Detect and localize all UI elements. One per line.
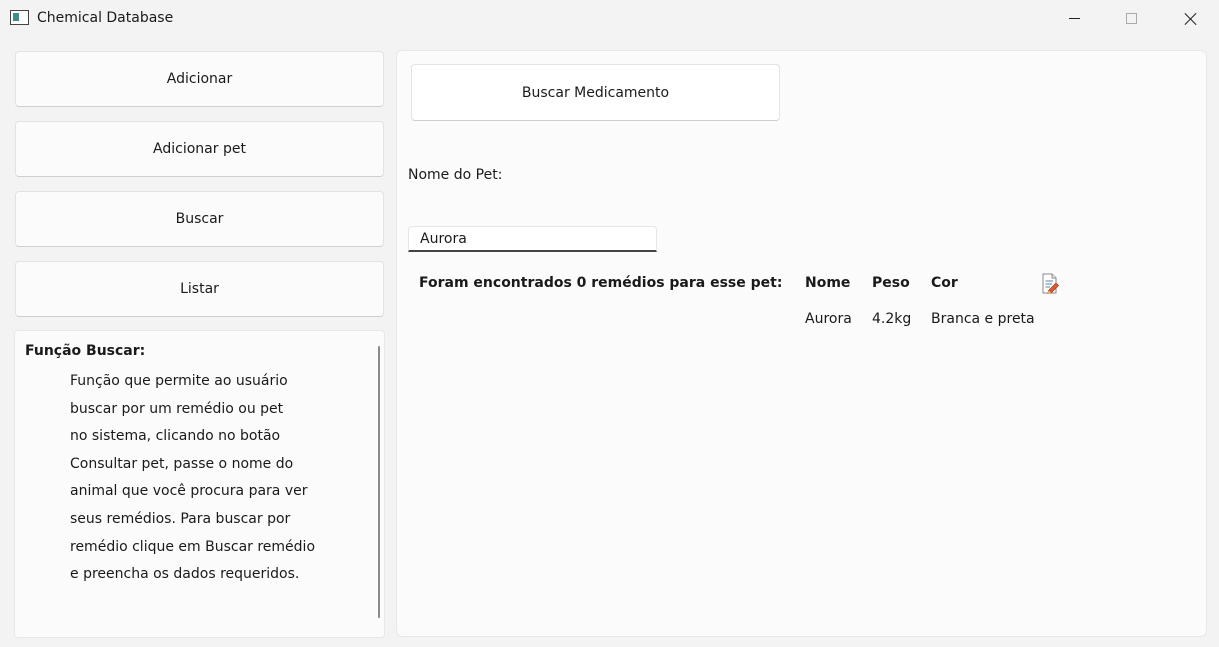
table-cell-color: Branca e preta bbox=[931, 311, 1035, 327]
column-header-weight: Peso bbox=[872, 275, 910, 291]
app-window: Chemical Database Adicionar Adicionar pe… bbox=[0, 0, 1219, 647]
content-panel: Buscar Medicamento Nome do Pet: Foram en… bbox=[396, 50, 1207, 637]
edit-document-icon[interactable] bbox=[1040, 273, 1060, 295]
add-button[interactable]: Adicionar bbox=[15, 51, 384, 107]
result-summary: Foram encontrados 0 remédios para esse p… bbox=[419, 275, 783, 291]
maximize-button[interactable] bbox=[1102, 0, 1160, 36]
table-cell-name: Aurora bbox=[805, 311, 852, 327]
pet-name-input[interactable] bbox=[408, 226, 657, 252]
pet-name-label: Nome do Pet: bbox=[408, 167, 503, 183]
minimize-icon bbox=[1068, 17, 1080, 19]
close-icon bbox=[1184, 12, 1197, 25]
column-header-name: Nome bbox=[805, 275, 851, 291]
help-line: no sistema, clicando no botão bbox=[70, 428, 281, 445]
search-button[interactable]: Buscar bbox=[15, 191, 384, 247]
minimize-button[interactable] bbox=[1045, 0, 1103, 36]
add-pet-button[interactable]: Adicionar pet bbox=[15, 121, 384, 177]
window-title: Chemical Database bbox=[37, 10, 174, 26]
help-line: animal que você procura para ver bbox=[70, 483, 308, 500]
help-line: remédio clique em Buscar remédio bbox=[70, 538, 316, 555]
close-button[interactable] bbox=[1161, 0, 1219, 36]
help-line: Consultar pet, passe o nome do bbox=[70, 455, 294, 472]
help-line: buscar por um remédio ou pet bbox=[70, 400, 284, 417]
help-scrollbar[interactable] bbox=[378, 346, 380, 618]
help-text: Função que permite ao usuário buscar por… bbox=[70, 368, 315, 589]
help-title: Função Buscar: bbox=[25, 343, 146, 359]
title-bar[interactable]: Chemical Database bbox=[0, 0, 1219, 36]
help-line: Função que permite ao usuário bbox=[70, 373, 288, 389]
help-line: seus remédios. Para buscar por bbox=[70, 510, 291, 527]
help-line: e preencha os dados requeridos. bbox=[70, 566, 300, 583]
list-button[interactable]: Listar bbox=[15, 261, 384, 317]
table-cell-weight: 4.2kg bbox=[872, 311, 912, 327]
app-icon bbox=[10, 10, 29, 25]
maximize-icon bbox=[1125, 12, 1137, 24]
help-panel[interactable]: Função Buscar: Função que permite ao usu… bbox=[14, 330, 385, 638]
column-header-color: Cor bbox=[931, 275, 958, 291]
search-medication-button[interactable]: Buscar Medicamento bbox=[411, 64, 780, 121]
